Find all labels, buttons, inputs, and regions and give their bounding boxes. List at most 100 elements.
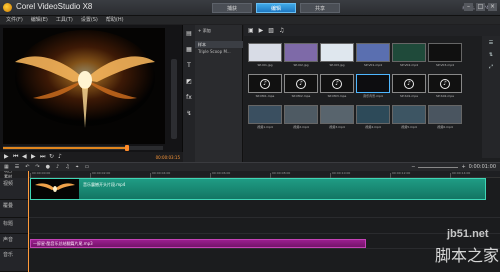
thumbnail-image [284,105,318,124]
audio-filter-icon[interactable]: ♫ [279,27,284,34]
subtitle-icon[interactable]: ▭ [85,164,90,170]
tab-capture[interactable]: 捕获 [212,3,252,13]
play-icon[interactable]: ▶ [4,154,10,160]
video-filter-icon[interactable]: ▶ [259,27,264,34]
library-toolbar: ▣ ▶ ▧ ♫ [244,25,500,36]
rewind-icon[interactable]: ⏮ [13,154,19,160]
ruler-label: 00:00:14:00 [452,171,471,175]
prev-frame-icon[interactable]: ◀ [22,154,28,160]
media-thumbnail[interactable]: ♪ SP-M02.mpa [284,74,318,100]
path-icon[interactable]: ↯ [185,110,193,118]
media-thumbnail[interactable]: 视频5.mp4 [392,105,426,131]
menu-edit[interactable]: 编辑(E) [31,16,48,24]
minimize-icon[interactable]: – [464,3,473,11]
menu-tools[interactable]: 工具(T) [56,16,73,24]
track-header-voice[interactable]: 声音 [0,234,28,249]
preview-window[interactable] [3,28,165,144]
media-thumbnail[interactable]: SP-V02.mp4 [392,43,426,69]
media-thumbnail[interactable]: ♪ SP-M01.mpa [248,74,282,100]
zoom-out-icon[interactable]: − [411,164,415,170]
media-thumbnail[interactable]: ♪ SP-M03.mpa [320,74,354,100]
folder-sample[interactable]: 样本 [195,41,243,48]
media-thumbnail[interactable]: SP-V01.mp4 [356,43,390,69]
thumbnail-image [356,74,390,93]
media-thumbnail[interactable]: SP-I01.jpg [248,43,282,69]
lane-overlay[interactable] [28,200,500,218]
media-thumbnail[interactable]: SP-I02.jpg [284,43,318,69]
media-icon[interactable]: ▦ [185,46,193,54]
menu-help[interactable]: 帮助(H) [106,16,124,24]
timeline-view-icon[interactable]: ☰ [15,164,19,170]
folder-icon[interactable]: ▤ [185,30,193,38]
playhead[interactable] [28,171,29,272]
volume-slider[interactable] [171,59,177,139]
media-thumbnail[interactable]: 视频4.mp4 [356,105,390,131]
tab-share[interactable]: 共享 [300,3,340,13]
fit-icon[interactable]: ⤢ [489,64,493,70]
timecode[interactable]: 00:00:03:15 [156,155,180,160]
media-thumbnail[interactable]: 视频6.mp4 [428,105,462,131]
thumbnail-caption: SP-M02.mpa [291,94,311,98]
track-header-video[interactable]: 视频 [0,178,28,200]
auto-music-icon[interactable]: ♫ [65,164,69,170]
record-icon[interactable]: ● [46,164,50,170]
library-category-bar: ▤ ▦ T ◩ fx ↯ [183,25,195,162]
folder-triple-scoop[interactable]: Triple Scoop M... [195,48,243,55]
transition-icon[interactable]: ◩ [185,78,193,86]
media-thumbnail[interactable]: SP-V03.mp4 [428,43,462,69]
music-clip[interactable]: 一醉星-酷音乐总结翻篇片尾.mp3 [30,239,366,248]
scrubber[interactable] [3,145,163,151]
media-thumbnail[interactable]: 音乐背景.mp4 [356,74,390,100]
motion-icon[interactable]: ⌖ [76,164,79,170]
end-icon[interactable]: ⏭ [40,154,46,160]
mixer-icon[interactable]: ♪ [56,164,59,170]
storyboard-icon[interactable]: ▦ [4,164,9,170]
timeline-ruler[interactable]: 00:00:00:00 00:00:02:00 00:00:04:00 00:00:0… [28,171,500,178]
track-header-title[interactable]: 标题 [0,218,28,234]
track-header-overlay[interactable]: 覆叠 [0,200,28,218]
zoom-in-icon[interactable]: + [461,164,465,170]
undo-icon[interactable]: ↶ [25,164,29,170]
library-panel: ▣ ▶ ▧ ♫ SP-I01.jpg SP-I02.jpg SP-I03.jpg SP… [244,25,500,162]
thumbnail-caption: SP-S02.mpa [435,94,455,98]
menu-file[interactable]: 文件(F) [6,16,23,24]
media-thumbnail[interactable]: SP-I03.jpg [320,43,354,69]
add-folder-button[interactable]: + 添加 [198,28,211,34]
timeline-toolbar: ▦ ☰ ↶ ↷ ● ♪ ♫ ⌖ ▭ − + 0:00:01:00 [0,162,500,171]
media-thumbnail[interactable]: ♪ SP-S01.mpa [392,74,426,100]
media-thumbnail[interactable]: 视频3.mp4 [320,105,354,131]
menu-bar: 文件(F) 编辑(E) 工具(T) 设置(S) 帮助(H) [0,16,500,24]
media-thumbnail[interactable]: 视频1.mp4 [248,105,282,131]
folder-open-icon[interactable]: ▣ [248,27,254,34]
tab-edit[interactable]: 编辑 [256,3,296,13]
media-thumbnail[interactable]: 视频2.mp4 [284,105,318,131]
fx-icon[interactable]: fx [185,94,193,102]
close-icon[interactable]: × [488,3,497,11]
volume-icon[interactable]: ♪ [58,154,64,160]
redo-icon[interactable]: ↷ [35,164,39,170]
title-bar: Corel VideoStudio X8 捕获 编辑 共享 未命名, 600*4… [0,0,500,16]
thumbnail-caption: SP-S01.mpa [399,94,419,98]
thumbnail-caption: SP-V03.mp4 [435,63,455,67]
sort-icon[interactable]: ⇅ [489,52,493,58]
scrubber-progress [3,147,127,149]
zoom-slider[interactable] [418,166,459,168]
thumbnail-image [356,43,390,62]
ruler-label: 00:00:08:00 [272,171,291,175]
thumbnail-image [428,105,462,124]
lane-title[interactable] [28,218,500,234]
photo-filter-icon[interactable]: ▧ [268,27,274,34]
text-icon[interactable]: T [185,62,193,70]
audio-file-icon: ♪ [284,74,318,93]
filter-icon[interactable]: ☰ [489,40,493,46]
media-thumbnail[interactable]: ♪ SP-S02.mpa [428,74,462,100]
maximize-icon[interactable]: □ [476,3,485,11]
video-clip[interactable]: 音乐震撼开头片段.mp4 [30,178,486,200]
menu-settings[interactable]: 设置(S) [81,16,98,24]
next-frame-icon[interactable]: ▶ [31,154,37,160]
thumbnail-caption: 视频2.mp4 [293,125,309,129]
music-clip-title: 一醉星-酷音乐总结翻篇片尾.mp3 [33,241,93,246]
scrubber-handle[interactable] [124,145,129,151]
repeat-icon[interactable]: ↻ [49,154,55,160]
track-header-music[interactable]: 音乐 [0,249,28,272]
